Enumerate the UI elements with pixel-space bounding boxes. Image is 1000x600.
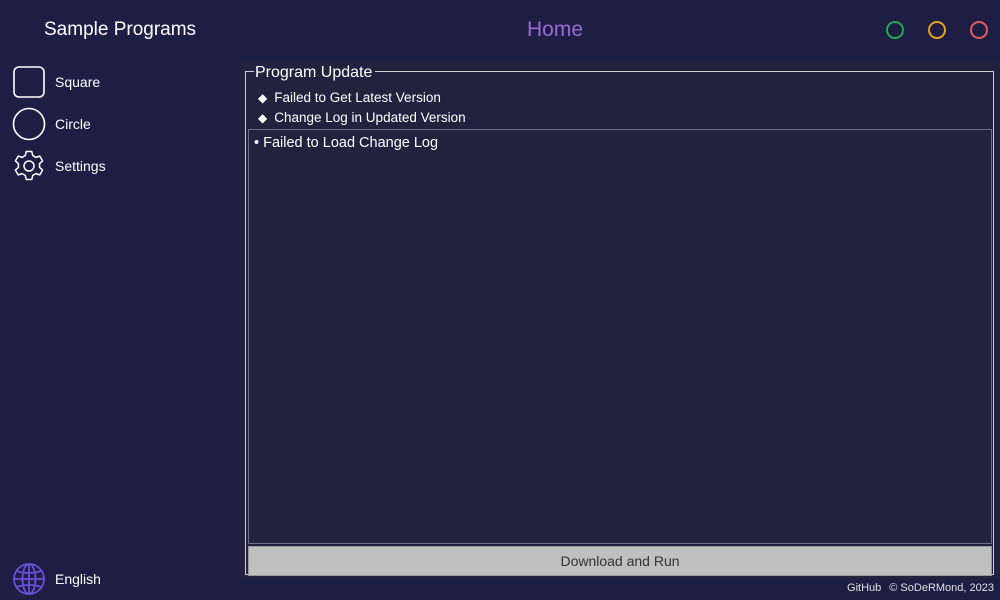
sidebar-item-label: Settings — [55, 158, 106, 174]
footer: GitHub © SoDeRMond, 2023 — [847, 582, 994, 594]
sidebar-item-label: Square — [55, 74, 101, 90]
bullet: • — [254, 135, 260, 151]
latest-version-status: Failed to Get Latest Version — [274, 90, 441, 105]
changelog-item-text: Failed to Load Change Log — [263, 135, 439, 151]
language-label: English — [55, 571, 101, 587]
sidebar-item-label: Circle — [55, 116, 91, 132]
sidebar-item-square[interactable]: Square — [12, 65, 232, 99]
gear-icon — [12, 149, 46, 183]
globe-icon — [12, 562, 46, 596]
close-button[interactable] — [970, 21, 988, 39]
changelog-heading-row: ◆ Change Log in Updated Version — [258, 109, 466, 127]
changelog-item: • Failed to Load Change Log — [254, 134, 438, 152]
square-icon — [12, 65, 46, 99]
download-and-run-button[interactable]: Download and Run — [248, 546, 992, 576]
page-title: Home — [526, 18, 584, 41]
program-update-group: Program Update ◆ Failed to Get Latest Ve… — [245, 63, 994, 576]
sidebar-item-settings[interactable]: Settings — [12, 149, 232, 183]
copyright-text: © SoDeRMond, 2023 — [889, 582, 994, 594]
language-selector[interactable]: English — [12, 562, 232, 596]
main-content: Program Update ◆ Failed to Get Latest Ve… — [240, 60, 1000, 580]
maximize-button[interactable] — [928, 21, 946, 39]
latest-version-row: ◆ Failed to Get Latest Version — [258, 89, 441, 107]
sidebar-item-circle[interactable]: Circle — [12, 107, 232, 141]
minimize-button[interactable] — [886, 21, 904, 39]
group-title: Program Update — [254, 63, 376, 83]
diamond-icon: ◆ — [258, 91, 268, 105]
changelog-textbox[interactable]: • Failed to Load Change Log — [248, 129, 992, 544]
circle-icon — [12, 107, 46, 141]
changelog-heading: Change Log in Updated Version — [274, 110, 466, 125]
github-link[interactable]: GitHub — [847, 582, 881, 594]
sidebar: Square Circle Settings English — [0, 60, 240, 600]
title-bar: Sample Programs Home — [0, 0, 1000, 60]
diamond-icon: ◆ — [258, 111, 268, 125]
